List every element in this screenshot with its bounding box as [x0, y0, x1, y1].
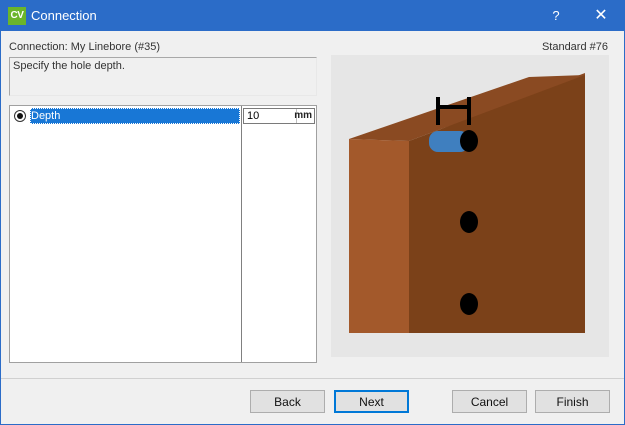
next-button[interactable]: Next	[334, 390, 409, 413]
connection-preview	[331, 55, 609, 357]
window-title: Connection	[31, 8, 97, 23]
app-logo-icon: CV	[8, 7, 26, 25]
selected-row-radio[interactable]	[14, 110, 26, 122]
depth-value-field[interactable]: mm	[243, 108, 315, 124]
hole-middle	[460, 211, 478, 233]
cancel-button[interactable]: Cancel	[452, 390, 527, 413]
depth-input[interactable]	[245, 109, 293, 123]
property-name-depth[interactable]: Depth	[30, 108, 240, 124]
help-button[interactable]: ?	[541, 1, 571, 31]
connection-dialog: CV Connection ? ✕ Connection: My Linebor…	[0, 0, 625, 425]
hole-bottom	[460, 293, 478, 315]
column-divider[interactable]	[241, 106, 242, 362]
connection-label: Connection: My Linebore (#35)	[9, 41, 161, 53]
close-button[interactable]: ✕	[586, 1, 616, 31]
property-grid: Depth mm	[9, 105, 317, 363]
back-button[interactable]: Back	[250, 390, 325, 413]
board-side-face	[349, 139, 409, 333]
description-box: Specify the hole depth.	[9, 57, 317, 96]
depth-unit: mm	[294, 110, 312, 121]
finish-button[interactable]: Finish	[535, 390, 610, 413]
property-row-depth[interactable]: Depth mm	[10, 108, 316, 125]
linebore-depth-diagram-icon	[349, 73, 585, 333]
hole-top	[460, 130, 478, 152]
title-bar[interactable]: CV Connection ? ✕	[1, 1, 624, 31]
standard-label: Standard #76	[541, 41, 608, 53]
button-bar: Back Next Cancel Finish	[1, 378, 624, 424]
dialog-body: Connection: My Linebore (#35) Standard #…	[1, 31, 624, 376]
